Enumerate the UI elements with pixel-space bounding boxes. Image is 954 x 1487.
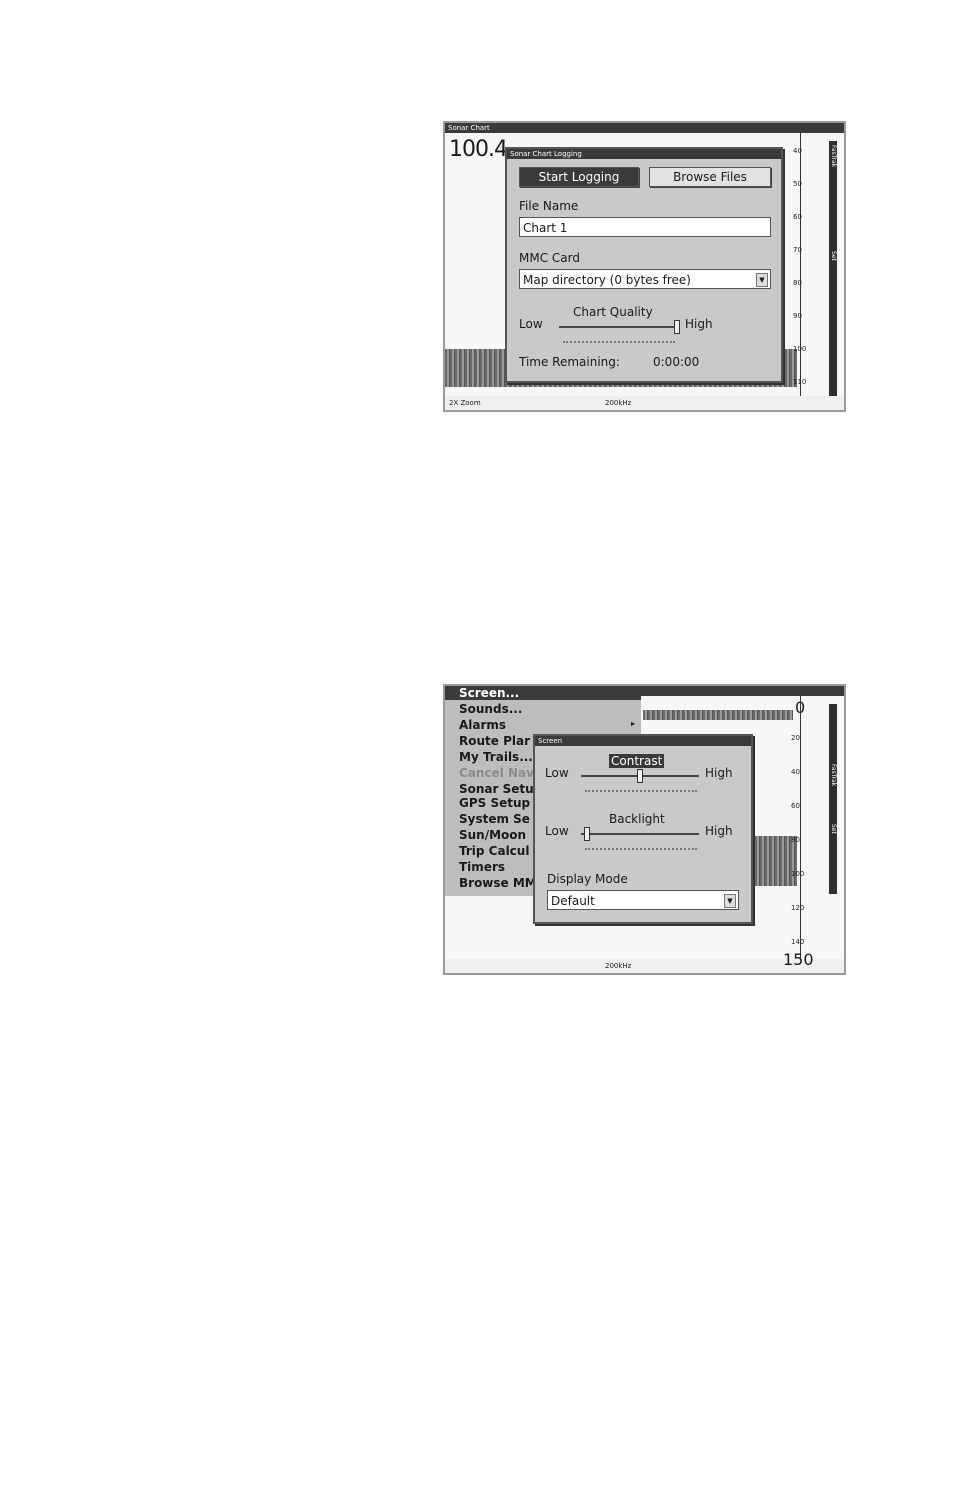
depth-scale-line bbox=[800, 696, 801, 973]
depth-tick-label: 120 bbox=[791, 904, 805, 912]
sidebar-label: Set bbox=[830, 824, 837, 834]
status-bar: 2X Zoom 200kHz bbox=[445, 396, 844, 410]
depth-scale-line bbox=[800, 133, 801, 410]
depth-tick-label: 140 bbox=[791, 938, 805, 946]
depth-tick-label: 90 bbox=[793, 312, 802, 320]
chevron-down-icon[interactable]: ▼ bbox=[756, 273, 768, 287]
dialog-title: Screen bbox=[535, 736, 751, 746]
backlight-high-label: High bbox=[705, 824, 733, 838]
contrast-label: Contrast bbox=[609, 754, 665, 768]
backlight-slider[interactable] bbox=[581, 833, 699, 835]
mmc-card-dropdown[interactable]: Map directory (0 bytes free) ▼ bbox=[519, 269, 771, 289]
sidebar-label: Set bbox=[830, 251, 837, 261]
slider-high-label: High bbox=[685, 317, 713, 331]
frequency-label: 200kHz bbox=[605, 962, 632, 970]
menu-item[interactable]: Screen... bbox=[445, 686, 641, 700]
menu-item[interactable]: Trip Calcul bbox=[459, 844, 529, 858]
file-name-label: File Name bbox=[519, 199, 579, 213]
time-remaining-value: 0:00:00 bbox=[653, 355, 700, 369]
depth-tick-label: 110 bbox=[793, 378, 807, 386]
backlight-ticks bbox=[585, 848, 697, 852]
menu-item[interactable]: Sonar Setu bbox=[459, 782, 534, 796]
menu-item[interactable]: Browse MM bbox=[459, 876, 537, 890]
depth-tick-label: 100 bbox=[791, 870, 805, 878]
chart-quality-slider[interactable] bbox=[559, 326, 677, 328]
side-bar: FasTrak Set bbox=[829, 704, 837, 894]
file-name-field[interactable]: Chart 1 bbox=[519, 217, 771, 237]
depth-tick-label: 40 bbox=[791, 768, 800, 776]
depth-readout: 100.4 bbox=[449, 137, 508, 162]
chevron-down-icon[interactable]: ▼ bbox=[724, 894, 736, 908]
sidebar-label: FasTrak bbox=[830, 764, 837, 787]
depth-tick-label: 60 bbox=[793, 213, 802, 221]
display-mode-value: Default bbox=[551, 894, 595, 908]
depth-tick-label: 80 bbox=[791, 836, 800, 844]
menu-item[interactable]: Alarms bbox=[459, 718, 506, 732]
menu-item[interactable]: Sounds... bbox=[459, 702, 522, 716]
chart-quality-label: Chart Quality bbox=[573, 305, 653, 319]
depth-tick-label: 70 bbox=[793, 246, 802, 254]
browse-files-button[interactable]: Browse Files bbox=[649, 167, 771, 187]
sonar-chart-logging-dialog: Sonar Chart Logging Start Logging Browse… bbox=[505, 147, 783, 383]
depth-tick-label: 100 bbox=[793, 345, 807, 353]
menu-item[interactable]: My Trails... bbox=[459, 750, 533, 764]
time-remaining-label: Time Remaining: bbox=[519, 355, 620, 369]
chart-quality-slider-knob[interactable] bbox=[674, 320, 680, 334]
backlight-label: Backlight bbox=[609, 812, 665, 826]
screen-dialog: Screen Contrast Low High Backlight Low H… bbox=[533, 734, 753, 924]
contrast-high-label: High bbox=[705, 766, 733, 780]
menu-item[interactable]: Cancel Nav bbox=[459, 766, 534, 780]
window-title: Sonar Chart bbox=[445, 123, 844, 133]
mmc-card-label: MMC Card bbox=[519, 251, 580, 265]
menu-item[interactable]: System Se bbox=[459, 812, 530, 826]
contrast-slider-knob[interactable] bbox=[637, 769, 643, 783]
zoom-label: 2X Zoom bbox=[449, 399, 481, 407]
depth-tick-label: 20 bbox=[791, 734, 800, 742]
sonar-chart-screen: Sonar Chart 100.4 40 50 60 70 80 90 100 110 Fas… bbox=[443, 121, 846, 412]
dialog-title: Sonar Chart Logging bbox=[507, 149, 781, 159]
menu-item[interactable]: GPS Setup bbox=[459, 796, 530, 810]
depth-tick-label: 40 bbox=[793, 147, 802, 155]
depth-tick-label: 60 bbox=[791, 802, 800, 810]
slider-low-label: Low bbox=[519, 317, 543, 331]
backlight-slider-knob[interactable] bbox=[583, 827, 590, 841]
display-mode-label: Display Mode bbox=[547, 872, 628, 886]
menu-item[interactable]: Timers bbox=[459, 860, 505, 874]
depth-tick-label: 50 bbox=[793, 180, 802, 188]
start-logging-button[interactable]: Start Logging bbox=[519, 167, 639, 187]
display-mode-dropdown[interactable]: Default ▼ bbox=[547, 890, 739, 910]
screen-settings-screen: 0 20406080100120140 FasTrak Set 200kHz 1… bbox=[443, 684, 846, 975]
surface-echo bbox=[643, 710, 793, 720]
sidebar-label: FasTrak bbox=[830, 145, 837, 168]
backlight-low-label: Low bbox=[545, 824, 569, 838]
slider-ticks bbox=[563, 341, 675, 345]
depth-tick-label: 80 bbox=[793, 279, 802, 287]
contrast-low-label: Low bbox=[545, 766, 569, 780]
side-bar: FasTrak Set bbox=[829, 141, 837, 399]
menu-item[interactable]: Route Plar bbox=[459, 734, 530, 748]
frequency-label: 200kHz bbox=[605, 399, 632, 407]
menu-item[interactable]: Sun/Moon bbox=[459, 828, 526, 842]
chevron-right-icon: ▸ bbox=[631, 719, 636, 728]
contrast-ticks bbox=[585, 790, 697, 794]
mmc-card-value: Map directory (0 bytes free) bbox=[523, 273, 691, 287]
status-bar: 200kHz 150 bbox=[445, 952, 844, 973]
depth-bottom-readout: 150 bbox=[783, 950, 814, 969]
